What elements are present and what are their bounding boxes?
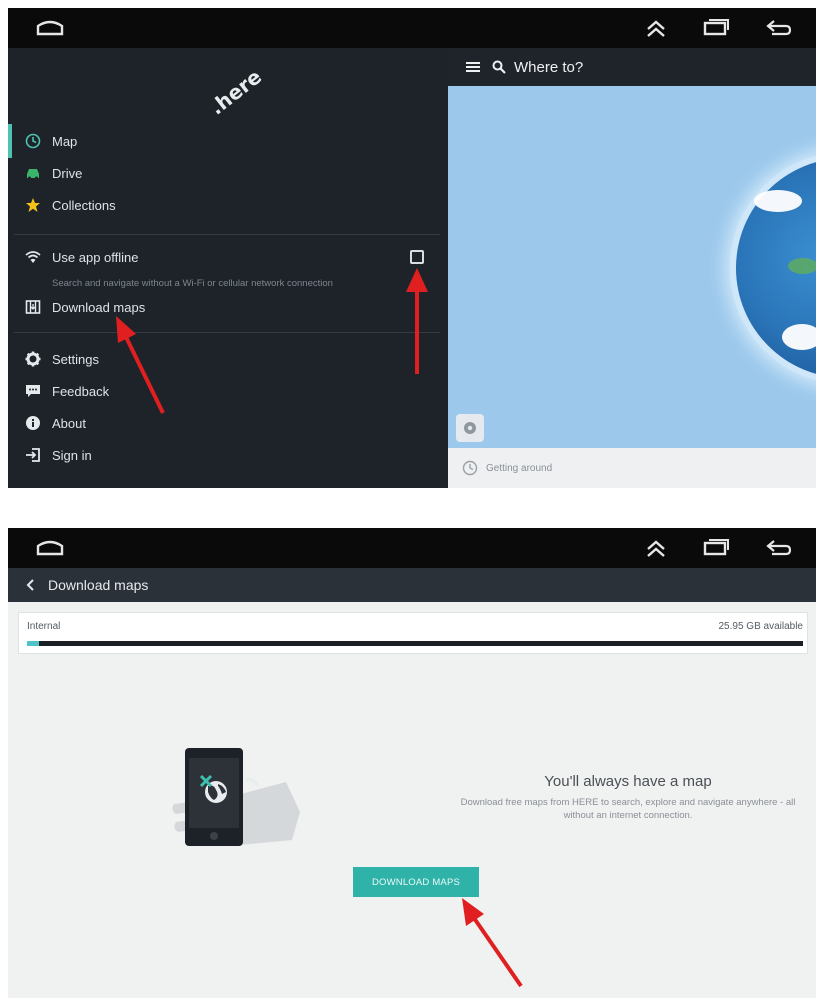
menu-item-feedback[interactable]: Feedback <box>24 379 109 403</box>
recent-apps-icon[interactable] <box>702 538 730 558</box>
map-view[interactable] <box>448 86 816 448</box>
app-title-bar: Download maps <box>8 568 816 602</box>
menu-item-drive[interactable]: Drive <box>24 161 82 185</box>
feedback-icon <box>24 382 42 400</box>
info-icon <box>24 414 42 432</box>
storage-bar-fill <box>27 641 39 646</box>
menu-label: Sign in <box>52 447 92 463</box>
divider <box>14 332 440 333</box>
page-title: Download maps <box>48 577 149 593</box>
landmass <box>788 258 816 274</box>
menu-label: Drive <box>52 165 83 181</box>
hamburger-menu-icon[interactable] <box>466 61 480 73</box>
menu-label: Use app offline <box>52 249 139 265</box>
here-logo: .here <box>204 64 266 120</box>
map-panel: Where to? Getting around <box>448 48 816 488</box>
system-nav-bar <box>8 528 816 568</box>
map-download-icon <box>24 298 42 316</box>
divider <box>14 234 440 235</box>
getting-around-bar[interactable]: Getting around <box>448 448 816 488</box>
cloud <box>782 324 816 350</box>
chevron-up-icon[interactable] <box>644 18 668 40</box>
empty-state-title: You'll always have a map <box>544 773 712 790</box>
storage-indicator: Internal 25.95 GB available <box>18 612 808 654</box>
download-maps-button[interactable]: DOWNLOAD MAPS <box>353 867 479 897</box>
back-icon[interactable] <box>764 18 792 38</box>
gear-icon <box>24 350 42 368</box>
menu-label: Collections <box>52 197 116 213</box>
compass-button[interactable] <box>456 414 484 442</box>
navigation-drawer: .here Map Drive Collections Use app offl… <box>8 48 448 488</box>
search-bar[interactable]: Where to? <box>448 48 816 86</box>
storage-bar <box>27 641 803 646</box>
wifi-icon <box>24 248 42 266</box>
phone-illustration <box>168 740 308 860</box>
storage-label: Internal <box>27 621 61 632</box>
car-icon <box>24 164 42 182</box>
system-nav-bar <box>8 8 816 48</box>
home-icon[interactable] <box>34 538 66 558</box>
menu-item-settings[interactable]: Settings <box>24 347 99 371</box>
offline-checkbox[interactable] <box>410 250 424 264</box>
menu-item-about[interactable]: About <box>24 411 86 435</box>
chevron-left-icon[interactable] <box>26 578 36 592</box>
menu-item-sign-in[interactable]: Sign in <box>24 443 92 467</box>
sign-in-icon <box>24 446 42 464</box>
star-icon <box>24 196 42 214</box>
menu-label: Settings <box>52 351 99 367</box>
here-drawer-screen: .here Map Drive Collections Use app offl… <box>8 8 816 488</box>
empty-state-description: Download free maps from HERE to search, … <box>460 797 796 821</box>
menu-label: Download maps <box>52 299 146 315</box>
menu-item-use-offline[interactable]: Use app offline <box>24 245 139 269</box>
storage-available: 25.95 GB available <box>718 621 803 632</box>
compass-icon <box>464 422 476 434</box>
search-icon <box>492 60 506 74</box>
download-maps-screen: Download maps Internal 25.95 GB availabl… <box>8 528 816 998</box>
menu-label: About <box>52 415 86 431</box>
getting-around-label: Getting around <box>486 462 553 474</box>
cloud <box>754 190 802 212</box>
menu-item-map[interactable]: Map <box>24 129 77 153</box>
menu-label: Map <box>52 133 78 149</box>
clock-icon <box>462 460 478 476</box>
clock-icon <box>24 132 42 150</box>
menu-label: Feedback <box>52 383 110 399</box>
recent-apps-icon[interactable] <box>702 18 730 38</box>
home-icon[interactable] <box>34 18 66 38</box>
menu-item-download-maps[interactable]: Download maps <box>24 295 145 319</box>
offline-description: Search and navigate without a Wi-Fi or c… <box>52 278 333 289</box>
menu-item-collections[interactable]: Collections <box>24 193 116 217</box>
back-icon[interactable] <box>764 538 792 558</box>
search-input[interactable]: Where to? <box>514 59 583 76</box>
chevron-up-icon[interactable] <box>644 538 668 560</box>
selected-indicator <box>8 124 12 158</box>
